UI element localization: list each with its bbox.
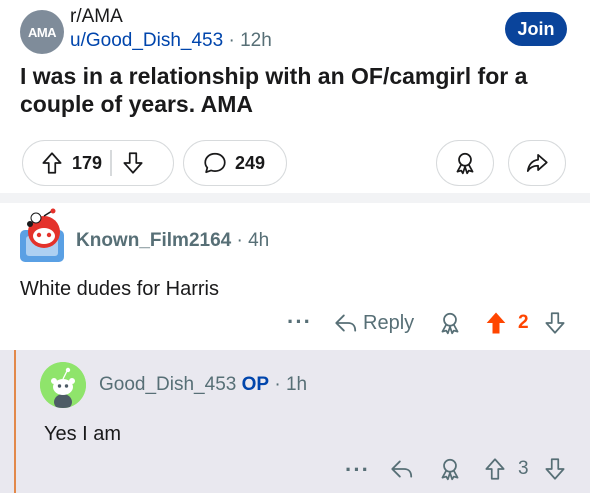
comment-icon — [202, 150, 228, 176]
comment-upvote-button[interactable] — [482, 309, 510, 337]
nested-reply: Good_Dish_453 OP · 1h Yes I am ··· 3 — [0, 350, 590, 493]
more-dots: ··· — [287, 309, 312, 334]
downvote-icon — [542, 310, 568, 336]
share-icon — [524, 150, 550, 176]
reply-meta: Good_Dish_453 OP · 1h — [99, 374, 307, 396]
thread-line[interactable] — [14, 350, 16, 493]
comment-author[interactable]: Known_Film2164 — [76, 230, 231, 251]
more-options-button[interactable]: ··· — [287, 309, 312, 335]
reply-downvote-button[interactable] — [542, 456, 568, 482]
reply-award-button[interactable] — [437, 456, 463, 482]
reply-label: Reply — [363, 311, 415, 334]
comments-button[interactable]: 249 — [183, 140, 287, 186]
post-header: AMA r/AMA u/Good_Dish_453 · 12h Join — [0, 0, 590, 62]
post-author[interactable]: u/Good_Dish_453 — [70, 30, 223, 51]
comment-age: 4h — [248, 230, 270, 251]
subreddit-name[interactable]: r/AMA — [70, 6, 123, 28]
meta-separator: · — [236, 230, 243, 251]
comment-downvote-button[interactable] — [542, 310, 568, 336]
reply-upvote-button[interactable] — [482, 456, 508, 482]
reply-icon — [333, 310, 359, 336]
reply-body: Yes I am — [44, 423, 122, 445]
meta-separator: · — [274, 374, 281, 395]
op-avatar[interactable] — [40, 362, 86, 408]
upvote-filled-icon — [482, 309, 510, 337]
meta-separator: · — [228, 30, 235, 51]
comment-score-value: 2 — [518, 312, 529, 333]
award-icon — [437, 456, 463, 482]
op-badge: OP — [241, 374, 270, 395]
join-button[interactable]: Join — [505, 12, 567, 46]
post-age: 12h — [240, 30, 272, 51]
section-divider — [0, 193, 590, 203]
upvote-icon[interactable] — [39, 150, 65, 176]
upvote-count: 179 — [72, 152, 103, 173]
vote-pill: 179 — [22, 140, 174, 186]
share-button[interactable] — [508, 140, 566, 186]
vote-divider — [110, 150, 112, 176]
award-icon — [452, 150, 478, 176]
downvote-icon[interactable] — [120, 150, 146, 176]
post-meta: u/Good_Dish_453 · 12h — [70, 30, 272, 52]
reply-button[interactable]: Reply — [333, 310, 414, 336]
commenter-avatar[interactable] — [16, 208, 68, 264]
reply-author[interactable]: Good_Dish_453 — [99, 374, 236, 395]
subreddit-badge-text: AMA — [27, 24, 57, 40]
more-options-button[interactable]: ··· — [345, 457, 370, 483]
comment-body: White dudes for Harris — [20, 278, 219, 300]
reply-age: 1h — [285, 374, 308, 395]
comment-meta: Known_Film2164 · 4h — [76, 230, 269, 252]
post-title[interactable]: I was in a relationship with an OF/camgi… — [20, 62, 575, 118]
reply-button[interactable] — [389, 456, 415, 482]
downvote-icon — [542, 456, 568, 482]
award-icon — [437, 310, 463, 336]
subreddit-avatar[interactable]: AMA — [20, 10, 64, 54]
reply-score-value: 3 — [518, 458, 529, 479]
comment-count: 249 — [235, 152, 266, 173]
comment-award-button[interactable] — [437, 310, 463, 336]
upvote-icon — [482, 456, 508, 482]
reply-icon — [389, 456, 415, 482]
award-button[interactable] — [436, 140, 494, 186]
more-dots: ··· — [345, 457, 370, 482]
reply-score: 3 — [518, 458, 529, 480]
comment-score: 2 — [518, 312, 529, 334]
